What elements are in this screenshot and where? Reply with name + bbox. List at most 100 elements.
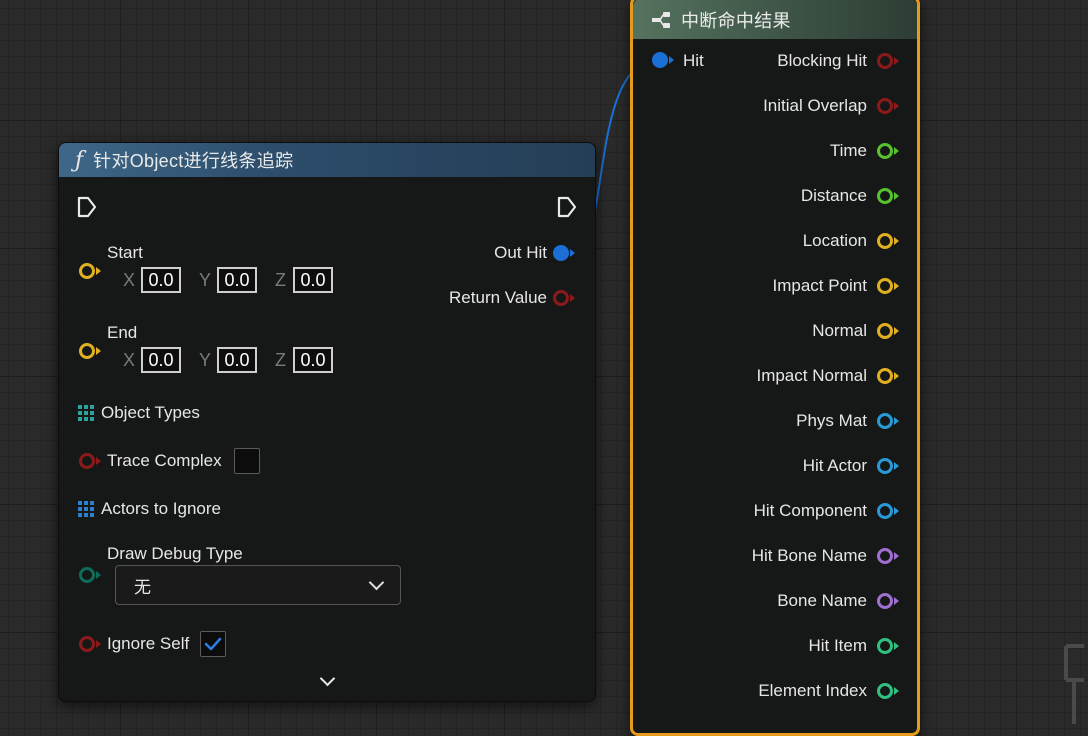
ignore-self-label: Ignore Self: [107, 634, 190, 653]
end-y-input[interactable]: 0.0: [217, 347, 257, 373]
output-pin-arrow-icon: [894, 147, 899, 155]
output-pin-label: Impact Normal: [756, 366, 867, 385]
end-x-input[interactable]: 0.0: [141, 347, 181, 373]
output-pin-icon[interactable]: [877, 548, 893, 564]
output-pin-icon[interactable]: [877, 188, 893, 204]
output-pin-arrow-icon: [894, 102, 899, 110]
start-pin-arrow-icon: [96, 267, 101, 275]
output-pin-icon[interactable]: [877, 98, 893, 114]
out-hit-label: Out Hit: [494, 243, 547, 262]
trace-complex-pin-arrow-icon: [96, 457, 101, 465]
output-pin-arrow-icon: [894, 372, 899, 380]
trace-complex-checkbox[interactable]: [234, 448, 260, 474]
output-pin-icon[interactable]: [877, 683, 893, 699]
output-pin-label: Hit Item: [808, 636, 867, 655]
start-z-input[interactable]: 0.0: [293, 267, 333, 293]
output-pin-icon[interactable]: [877, 458, 893, 474]
function-icon: ƒ: [75, 147, 84, 173]
output-pin-label: Bone Name: [777, 591, 867, 610]
output-pin-label: Hit Actor: [802, 456, 867, 475]
output-pin-icon[interactable]: [877, 503, 893, 519]
expand-advanced-chevron-icon[interactable]: [319, 670, 336, 687]
ignore-self-checkbox[interactable]: [200, 631, 226, 657]
output-pin-arrow-icon: [894, 282, 899, 290]
actors-to-ignore-label: Actors to Ignore: [101, 499, 222, 518]
output-pin-label: Normal: [812, 321, 867, 340]
output-pin-arrow-icon: [894, 462, 899, 470]
end-label: End: [107, 323, 138, 342]
return-value-pin-icon[interactable]: [553, 290, 569, 306]
end-pin-arrow-icon: [96, 347, 101, 355]
end-z-input[interactable]: 0.0: [293, 347, 333, 373]
output-pin-icon[interactable]: [877, 368, 893, 384]
output-pin-icon[interactable]: [877, 53, 893, 69]
exec-in-pin-icon[interactable]: [77, 196, 97, 218]
return-value-pin-arrow-icon: [570, 294, 575, 302]
canvas-watermark-icon: [1064, 644, 1084, 724]
start-label: Start: [107, 243, 143, 262]
output-pin-arrow-icon: [894, 597, 899, 605]
draw-debug-type-dropdown[interactable]: 无: [115, 565, 401, 605]
break-struct-icon: [652, 12, 670, 28]
array-pin-icon[interactable]: [78, 501, 94, 517]
output-pin-label: Hit Bone Name: [751, 546, 867, 565]
blueprint-graph-canvas[interactable]: ƒ 针对Object进行线条追踪 Start X 0.0 Y 0.0 Z 0.0…: [0, 0, 1088, 736]
output-pin-arrow-icon: [894, 327, 899, 335]
start-pin-icon[interactable]: [79, 263, 95, 279]
dropdown-selected-value: 无: [134, 577, 151, 597]
trace-complex-pin-icon[interactable]: [79, 453, 95, 469]
output-pin-label: Location: [802, 231, 867, 250]
object-types-label: Object Types: [101, 403, 200, 422]
output-pin-label: Blocking Hit: [777, 51, 867, 70]
axis-z-label: Z: [275, 269, 286, 290]
output-pin-arrow-icon: [894, 417, 899, 425]
output-pin-icon[interactable]: [877, 233, 893, 249]
output-pin-label: Hit Component: [753, 501, 867, 520]
break-hit-result-node[interactable]: 中断命中结果 Hit Blocking Hit Initial Overlap Ti…: [630, 0, 920, 736]
ignore-self-pin-arrow-icon: [96, 640, 101, 648]
draw-debug-type-pin-icon[interactable]: [79, 567, 95, 583]
axis-z-label: Z: [275, 349, 286, 370]
node-title: 针对Object进行线条追踪: [93, 151, 294, 171]
draw-debug-type-label: Draw Debug Type: [107, 544, 243, 563]
start-vector-field: X 0.0 Y 0.0 Z 0.0: [123, 267, 351, 293]
output-pin-arrow-icon: [894, 507, 899, 515]
output-pin-icon[interactable]: [877, 638, 893, 654]
axis-x-label: X: [123, 349, 136, 370]
axis-y-label: Y: [199, 269, 212, 290]
output-pin-icon[interactable]: [877, 143, 893, 159]
ignore-self-pin-icon[interactable]: [79, 636, 95, 652]
node-title: 中断命中结果: [681, 11, 791, 31]
axis-x-label: X: [123, 269, 136, 290]
end-pin-icon[interactable]: [79, 343, 95, 359]
checkmark-icon: [204, 637, 222, 651]
output-pin-icon[interactable]: [877, 413, 893, 429]
output-pin-label: Phys Mat: [796, 411, 867, 430]
output-pin-arrow-icon: [894, 192, 899, 200]
hit-label: Hit: [683, 51, 704, 70]
chevron-down-icon: [368, 574, 385, 591]
output-pin-arrow-icon: [894, 687, 899, 695]
end-vector-field: X 0.0 Y 0.0 Z 0.0: [123, 347, 351, 373]
line-trace-by-object-node[interactable]: ƒ 针对Object进行线条追踪 Start X 0.0 Y 0.0 Z 0.0…: [58, 142, 596, 702]
out-hit-pin-arrow-icon: [570, 249, 575, 257]
array-pin-icon[interactable]: [78, 405, 94, 421]
exec-out-pin-icon[interactable]: [557, 196, 577, 218]
hit-pin-icon[interactable]: [652, 52, 668, 68]
output-pin-icon[interactable]: [877, 593, 893, 609]
output-pin-label: Element Index: [758, 681, 867, 700]
output-pin-icon[interactable]: [877, 278, 893, 294]
return-value-label: Return Value: [449, 288, 547, 307]
hit-pin-arrow-icon: [669, 56, 674, 64]
output-pin-arrow-icon: [894, 552, 899, 560]
output-pin-label: Distance: [800, 186, 867, 205]
node-header[interactable]: ƒ 针对Object进行线条追踪: [59, 143, 595, 177]
output-pin-icon[interactable]: [877, 323, 893, 339]
output-pin-arrow-icon: [894, 237, 899, 245]
start-x-input[interactable]: 0.0: [141, 267, 181, 293]
start-y-input[interactable]: 0.0: [217, 267, 257, 293]
out-hit-pin-icon[interactable]: [553, 245, 569, 261]
node-header[interactable]: 中断命中结果: [633, 0, 917, 39]
draw-debug-type-pin-arrow-icon: [96, 571, 101, 579]
output-pin-arrow-icon: [894, 57, 899, 65]
